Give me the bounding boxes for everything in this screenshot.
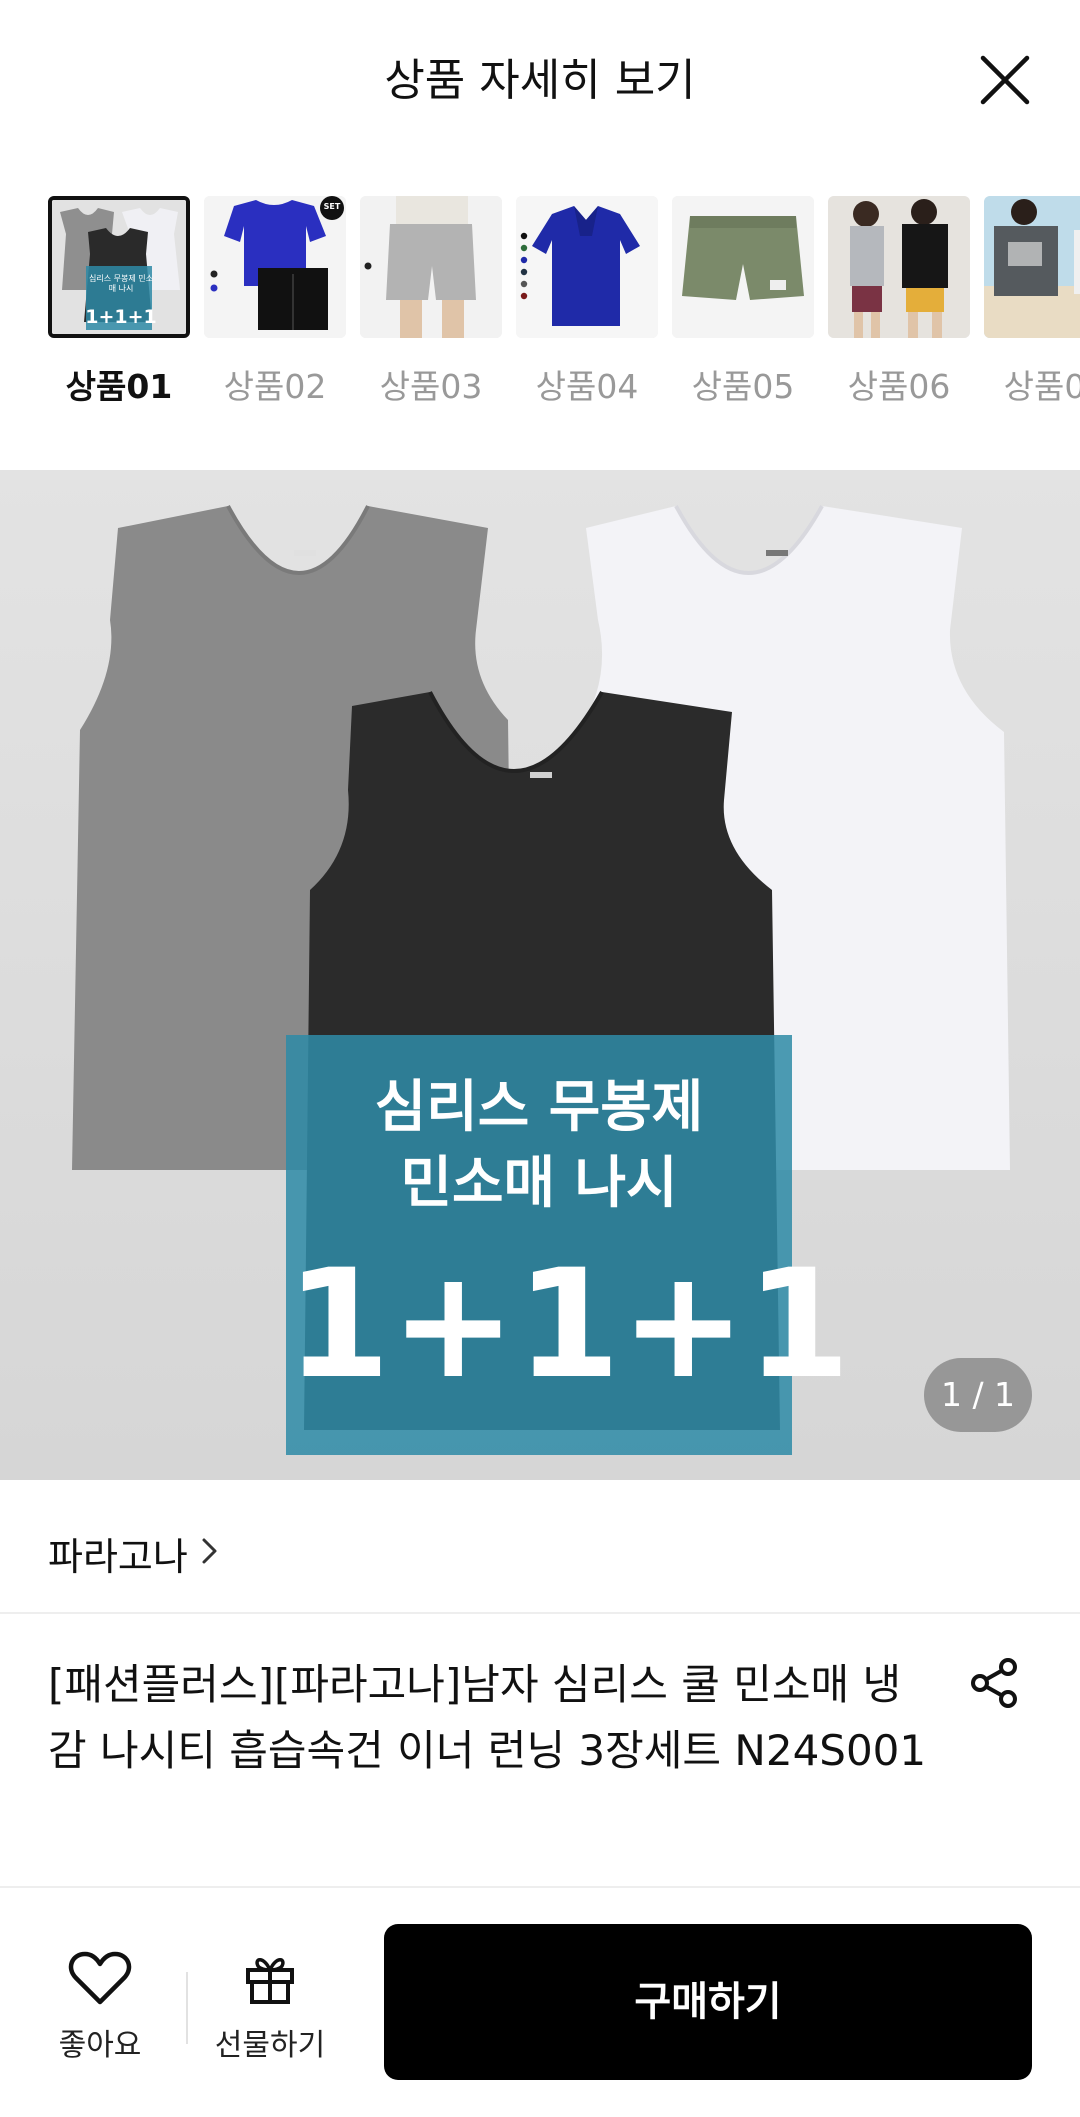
thumbnail-label: 상품02 [223, 367, 327, 406]
thumbnail-badge: SET [323, 202, 341, 211]
product-title: [패션플러스][파라고나]남자 심리스 쿨 민소매 냉감 나시티 흡습속건 이너… [48, 1660, 927, 1775]
thumbnail-product-02[interactable]: SET 상품02 [204, 196, 350, 406]
thumbnail-image [828, 196, 970, 338]
brand-name[interactable]: 파라고나 [48, 1526, 188, 1581]
action-separator [186, 1972, 188, 2044]
brand-link-row[interactable]: 파라고나 [0, 1480, 1080, 1614]
thumbnail-caption: 심리스 무봉제 민소매 나시 [89, 274, 153, 293]
product-main-image[interactable]: 심리스 무봉제 민소매 나시 1+1+1 [0, 470, 1080, 1480]
buy-button[interactable]: 구매하기 [384, 1924, 1032, 2080]
thumbnail-label: 상품01 [65, 367, 173, 406]
thumbnail-image: 심리스 무봉제 민소매 나시 1+1+1 [48, 196, 190, 338]
thumbnail-label: 상품05 [691, 367, 795, 406]
gift-label: 선물하기 [214, 2028, 326, 2063]
thumbnail-product-01[interactable]: 심리스 무봉제 민소매 나시 1+1+1 상품01 [48, 196, 194, 406]
thumbnail-image [984, 196, 1080, 338]
thumbnail-image: SET [204, 196, 346, 338]
thumbnail-product-06[interactable]: 상품06 [828, 196, 974, 406]
close-icon [980, 55, 1030, 105]
image-page-counter: 1 / 1 [924, 1358, 1032, 1432]
thumbnail-product-04[interactable]: 상품04 [516, 196, 662, 406]
hero-text-line1: 심리스 무봉제 [374, 1075, 704, 1140]
share-icon [971, 1658, 1017, 1708]
page-title: 상품 자세히 보기 [384, 55, 696, 106]
hero-promo-badge: 1+1+1 [286, 1238, 851, 1412]
gift-icon [246, 1958, 294, 2004]
thumbnail-product-03[interactable]: 상품03 [360, 196, 506, 406]
thumbnail-product-05[interactable]: 상품05 [672, 196, 818, 406]
thumbnail-label: 상품07 [1003, 367, 1080, 406]
heart-icon [68, 1951, 132, 2005]
product-thumbnail-strip[interactable]: 심리스 무봉제 민소매 나시 1+1+1 상품01 SET 상품02 상품03 … [0, 196, 1080, 406]
bottom-action-bar: 좋아요 선물하기 구매하기 [0, 1888, 1080, 2117]
top-header: 상품 자세히 보기 [0, 0, 1080, 150]
thumbnail-image [672, 196, 814, 338]
thumbnail-image [360, 196, 502, 338]
like-button[interactable]: 좋아요 [40, 1950, 160, 2070]
like-label: 좋아요 [58, 2028, 142, 2063]
thumbnail-product-07[interactable]: 상품07 [984, 196, 1080, 406]
thumbnail-image [516, 196, 658, 338]
thumbnail-badge: 1+1+1 [85, 306, 157, 328]
gift-button[interactable]: 선물하기 [200, 1950, 340, 2070]
hero-text-line2: 민소매 나시 [400, 1151, 678, 1216]
share-button[interactable] [966, 1655, 1022, 1711]
close-button[interactable] [975, 50, 1035, 110]
thumbnail-label: 상품06 [847, 367, 951, 406]
thumbnail-label: 상품04 [535, 367, 639, 406]
chevron-right-icon [202, 1538, 217, 1564]
thumbnail-label: 상품03 [379, 367, 483, 406]
